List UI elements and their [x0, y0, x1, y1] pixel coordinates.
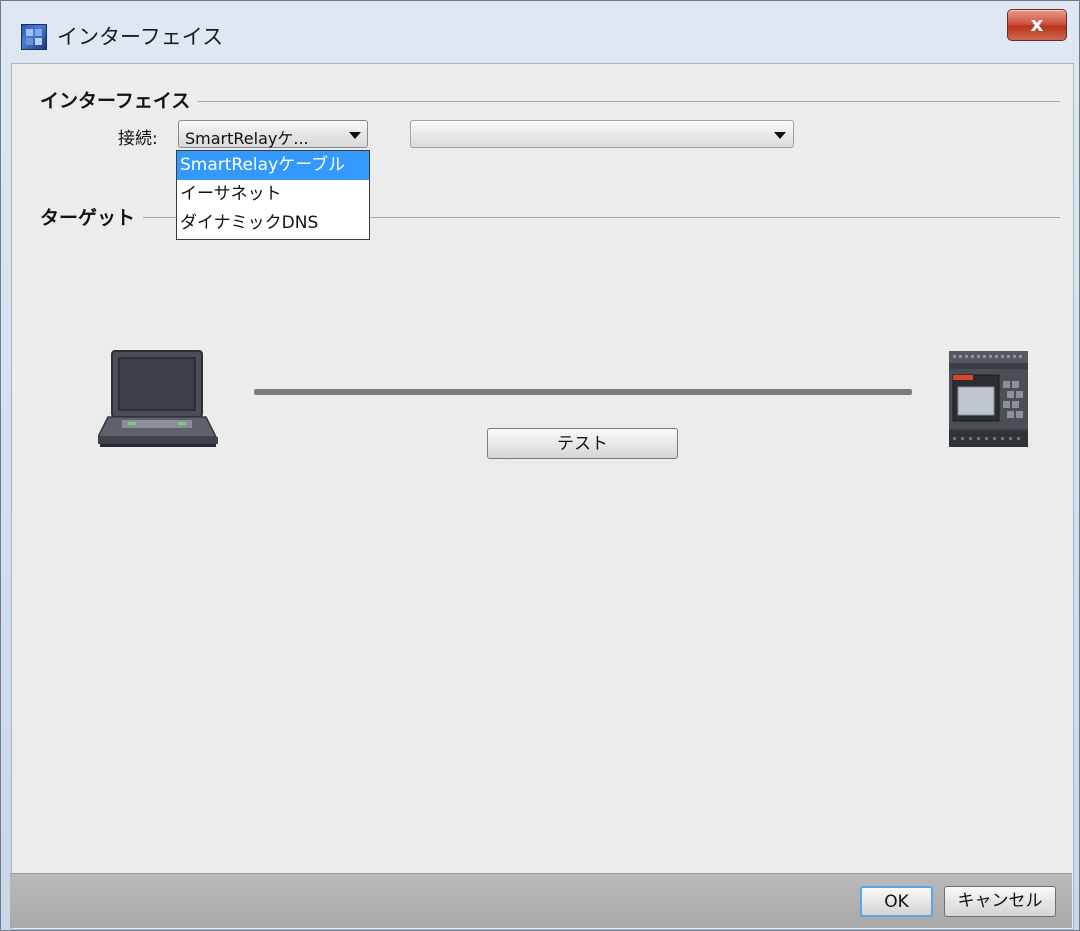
window-title: インターフェイス [57, 25, 224, 49]
dropdown-option-dynamic-dns[interactable]: ダイナミックDNS [177, 209, 369, 238]
ok-button[interactable]: OK [860, 886, 933, 917]
laptop-icon [98, 350, 218, 447]
connection-type-select[interactable]: SmartRelayケ... [178, 120, 368, 148]
interface-group-title: インターフェイス [40, 86, 199, 113]
connection-type-dropdown: SmartRelayケーブル イーサネット ダイナミックDNS [176, 150, 370, 240]
chevron-down-icon [774, 132, 786, 139]
connection-type-value: SmartRelayケ... [185, 129, 309, 148]
connection-label: 接続: [118, 129, 158, 149]
test-button[interactable]: テスト [487, 428, 678, 459]
close-button[interactable]: x [1007, 9, 1067, 41]
app-icon [21, 24, 47, 50]
dropdown-option-ethernet[interactable]: イーサネット [177, 180, 369, 209]
connection-line [254, 389, 912, 395]
plc-device-icon [949, 351, 1028, 447]
dropdown-option-smartrelay-cable[interactable]: SmartRelayケーブル [177, 151, 369, 180]
cancel-button[interactable]: キャンセル [944, 886, 1056, 917]
client-area [11, 63, 1074, 930]
target-group-title: ターゲット [40, 203, 144, 230]
title-bar[interactable]: インターフェイス x [1, 1, 1079, 61]
chevron-down-icon [349, 132, 361, 139]
connection-port-select[interactable] [410, 120, 794, 148]
